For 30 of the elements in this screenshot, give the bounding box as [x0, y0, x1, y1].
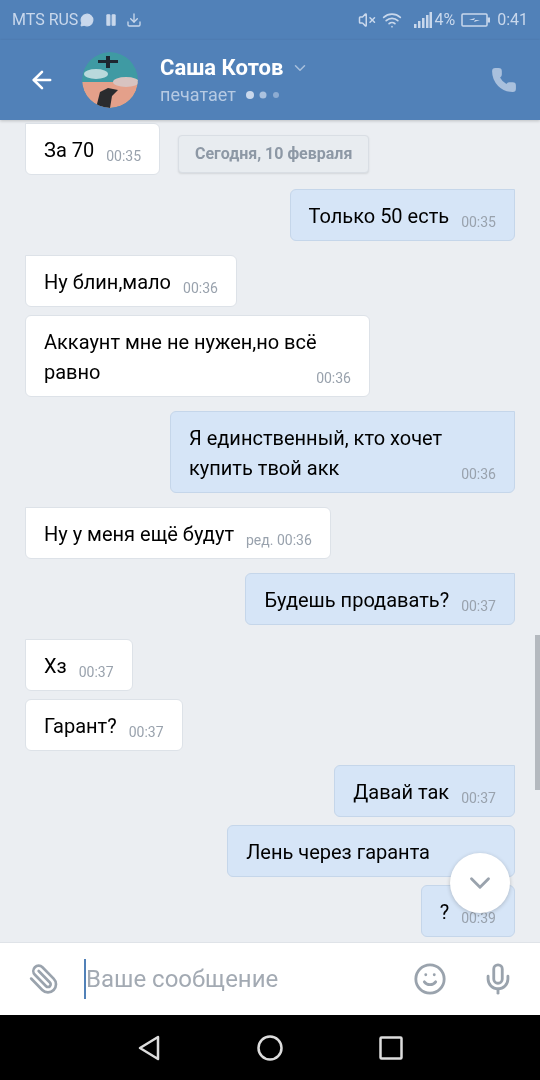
battery-icon	[461, 13, 492, 27]
clock: 0:41	[497, 9, 528, 31]
outgoing-message: Давай так 00:37	[334, 765, 515, 817]
incoming-message: Хз 00:37	[25, 639, 133, 691]
message-icon	[80, 13, 95, 27]
mute-icon	[358, 11, 377, 29]
signal-icon	[414, 12, 433, 28]
carrier-name: MTS RUS	[12, 9, 79, 31]
pause-icon	[104, 13, 119, 27]
incoming-message: За 70 00:35	[25, 123, 161, 175]
outgoing-message: Я единственный, кто хочет купить твой акк 00:36	[170, 411, 515, 493]
incoming-message: Ну у меня ещё будут ред. 00:36	[25, 507, 331, 559]
incoming-message: Аккаунт мне не нужен,но всё равно 00:36	[25, 315, 370, 397]
recents-nav-icon[interactable]	[379, 1035, 403, 1060]
wifi-icon	[382, 10, 403, 30]
outgoing-message: Будешь продавать? 00:37	[245, 573, 515, 625]
outgoing-message: Лень через гаранта	[227, 825, 515, 877]
date-separator: Сегодня, 10 февраля	[178, 135, 370, 173]
incoming-message: Ну блин,мало 00:36	[25, 255, 237, 307]
contact-name[interactable]: Саша Котов	[160, 54, 284, 82]
outgoing-message: Только 50 есть 00:35	[289, 189, 515, 241]
incoming-message: Гарант? 00:37	[25, 699, 183, 751]
typing-dots-icon	[245, 91, 282, 99]
scrollbar[interactable]	[535, 635, 540, 790]
home-nav-icon[interactable]	[257, 1034, 283, 1061]
typing-status: печатает	[160, 84, 236, 106]
download-icon	[126, 12, 143, 28]
back-nav-icon[interactable]	[137, 1034, 161, 1061]
battery-percent: 4%	[434, 9, 456, 31]
phone-icon[interactable]	[491, 67, 517, 93]
